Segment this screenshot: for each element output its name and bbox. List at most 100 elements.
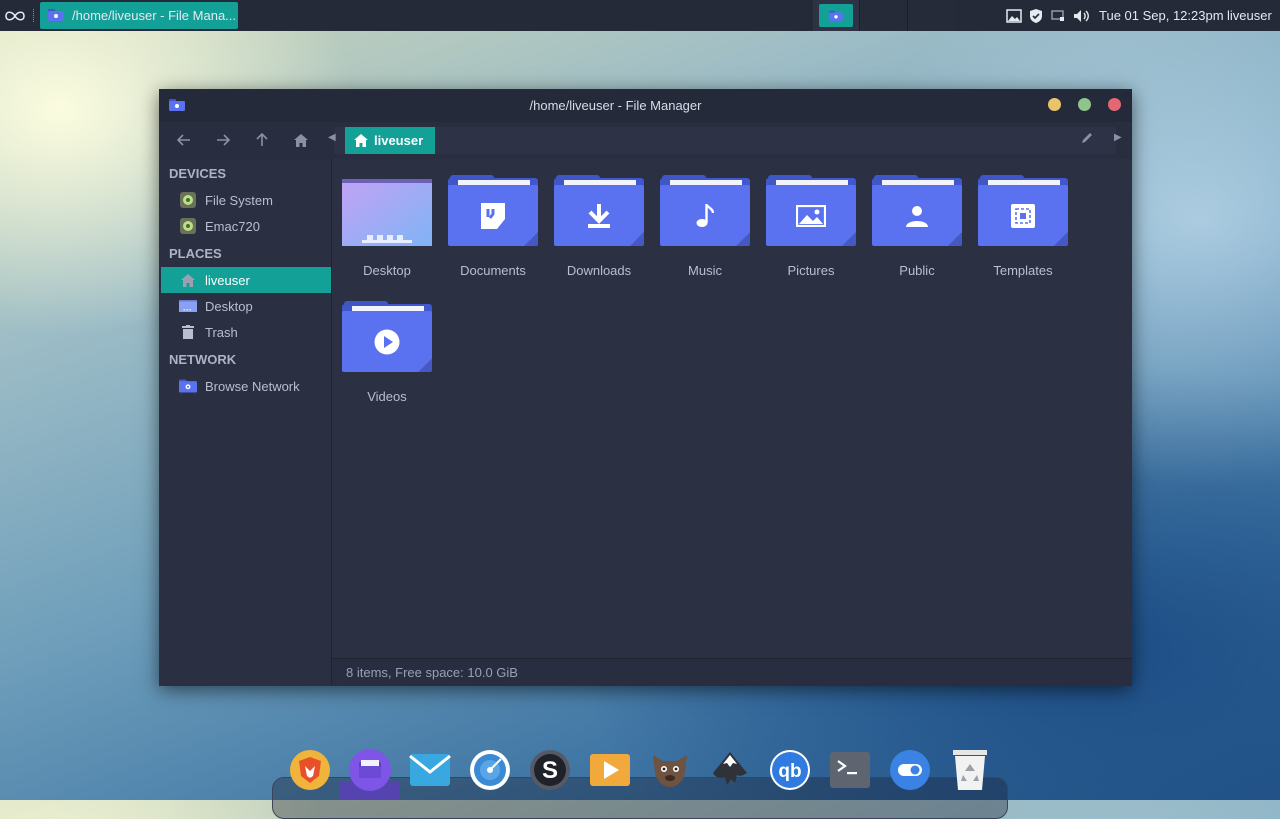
workspace-1[interactable] bbox=[813, 0, 859, 31]
videos-folder-icon bbox=[342, 301, 432, 372]
home-icon bbox=[354, 134, 368, 147]
status-bar: 8 items, Free space: 10.0 GiB bbox=[332, 658, 1132, 686]
workspace-2[interactable] bbox=[859, 0, 908, 31]
window-titlebar[interactable]: /home/liveuser - File Manager bbox=[159, 89, 1132, 122]
dock-terminal-icon[interactable] bbox=[829, 749, 871, 791]
file-item-label: Documents bbox=[460, 263, 526, 278]
sidebar-item-browse-network[interactable]: Browse Network bbox=[161, 373, 331, 399]
taskbar-title: /home/liveuser - File Mana... bbox=[72, 8, 237, 23]
arrow-right-icon bbox=[217, 134, 230, 146]
sidebar-item-label: File System bbox=[205, 192, 273, 208]
dock-disc-icon[interactable] bbox=[469, 749, 511, 791]
music-folder-icon bbox=[660, 175, 750, 246]
toolbar: ◀ liveuser ▶ bbox=[159, 122, 1132, 160]
dock-brave-icon[interactable] bbox=[289, 749, 331, 791]
sidebar-item-label: Browse Network bbox=[205, 378, 300, 394]
home-icon bbox=[294, 133, 308, 147]
sidebar-item-label: Trash bbox=[205, 324, 238, 340]
dock-qbittorrent-icon[interactable]: qb bbox=[769, 749, 811, 791]
sidebar-item-file-system[interactable]: File System bbox=[161, 187, 331, 213]
pictures-folder-icon bbox=[766, 175, 856, 246]
volume-icon[interactable] bbox=[1072, 0, 1092, 31]
path-scroll-right-icon[interactable]: ▶ bbox=[1114, 132, 1122, 143]
top-panel: /home/liveuser - File Mana... Tue 01 Sep… bbox=[0, 0, 1280, 31]
workspace-window-thumb bbox=[819, 4, 853, 27]
file-item-label: Desktop bbox=[363, 263, 411, 278]
edit-location-button[interactable] bbox=[1080, 131, 1098, 149]
sidebar-item-label: Emac720 bbox=[205, 218, 260, 234]
back-button[interactable] bbox=[170, 126, 198, 154]
file-item-label: Templates bbox=[993, 263, 1053, 278]
svg-text:qb: qb bbox=[778, 761, 801, 782]
dock-files-icon[interactable] bbox=[349, 749, 391, 791]
file-item-label: Downloads bbox=[566, 263, 632, 278]
minimize-button[interactable] bbox=[1048, 98, 1061, 111]
desktop-folder-icon bbox=[342, 175, 432, 246]
file-item-templates[interactable]: Templates bbox=[970, 175, 1076, 285]
sidebar-heading-network: NETWORK bbox=[169, 352, 237, 367]
dock-mail-icon[interactable] bbox=[409, 749, 451, 791]
file-item-downloads[interactable]: Downloads bbox=[546, 175, 652, 285]
home-icon bbox=[179, 271, 197, 289]
file-item-documents[interactable]: Documents bbox=[440, 175, 546, 285]
sidebar-item-desktop[interactable]: Desktop bbox=[161, 293, 331, 319]
sidebar-item-label: Desktop bbox=[205, 298, 253, 314]
file-item-music[interactable]: Music bbox=[652, 175, 758, 285]
sidebar: DEVICES File System Emac720 PLACES liveu… bbox=[159, 159, 332, 686]
drive-icon bbox=[179, 191, 197, 209]
network-icon[interactable] bbox=[1048, 0, 1068, 31]
file-item-public[interactable]: Public bbox=[864, 175, 970, 285]
sidebar-item-emac720[interactable]: Emac720 bbox=[161, 213, 331, 239]
dock-toggle-icon[interactable] bbox=[889, 749, 931, 791]
file-view: Desktop Documents Downloads Music Pictur… bbox=[332, 159, 1132, 658]
trash-icon bbox=[179, 323, 197, 341]
file-item-desktop[interactable]: Desktop bbox=[334, 175, 440, 285]
panel-clock[interactable]: Tue 01 Sep, 12:23pm bbox=[1099, 0, 1224, 31]
svg-text:S: S bbox=[542, 757, 558, 784]
panel-user[interactable]: liveuser bbox=[1227, 0, 1272, 31]
sidebar-heading-devices: DEVICES bbox=[169, 166, 227, 181]
file-item-videos[interactable]: Videos bbox=[334, 301, 440, 411]
taskbar-file-manager[interactable]: /home/liveuser - File Mana... bbox=[40, 2, 238, 29]
sidebar-item-trash[interactable]: Trash bbox=[161, 319, 331, 345]
path-scroll-left-icon[interactable]: ◀ bbox=[328, 132, 336, 143]
infinity-menu-icon[interactable] bbox=[0, 0, 30, 31]
documents-folder-icon bbox=[448, 175, 538, 246]
dock-trash-icon[interactable] bbox=[949, 749, 991, 791]
window-title: /home/liveuser - File Manager bbox=[529, 98, 702, 113]
up-button[interactable] bbox=[248, 126, 276, 154]
file-item-label: Public bbox=[899, 263, 935, 278]
arrow-up-icon bbox=[256, 133, 268, 146]
public-folder-icon bbox=[872, 175, 962, 246]
file-manager-window: /home/liveuser - File Manager ◀ liveuser… bbox=[159, 89, 1132, 686]
dock-s-app-icon[interactable]: S bbox=[529, 749, 571, 791]
dock-gimp-icon[interactable] bbox=[649, 749, 691, 791]
dock-inkscape-icon[interactable] bbox=[709, 749, 751, 791]
breadcrumb-liveuser[interactable]: liveuser bbox=[345, 127, 435, 154]
file-item-label: Videos bbox=[367, 389, 407, 404]
forward-button[interactable] bbox=[209, 126, 237, 154]
desktop-icon bbox=[179, 297, 197, 315]
maximize-button[interactable] bbox=[1078, 98, 1091, 111]
sidebar-item-liveuser[interactable]: liveuser bbox=[161, 267, 331, 293]
close-button[interactable] bbox=[1108, 98, 1121, 111]
network-folder-icon bbox=[179, 377, 197, 395]
folder-icon bbox=[829, 10, 843, 21]
folder-icon bbox=[48, 8, 64, 24]
file-item-pictures[interactable]: Pictures bbox=[758, 175, 864, 285]
breadcrumb-label: liveuser bbox=[374, 133, 424, 148]
home-button[interactable] bbox=[287, 126, 315, 154]
workspace-3[interactable] bbox=[907, 0, 956, 31]
downloads-folder-icon bbox=[554, 175, 644, 246]
pencil-icon bbox=[1082, 133, 1092, 143]
dock-media-player-icon[interactable] bbox=[589, 749, 631, 791]
image-icon[interactable] bbox=[1004, 0, 1024, 31]
sidebar-item-label: liveuser bbox=[205, 272, 250, 288]
templates-folder-icon bbox=[978, 175, 1068, 246]
shield-icon[interactable] bbox=[1026, 0, 1046, 31]
file-item-label: Pictures bbox=[787, 263, 835, 278]
drive-icon bbox=[179, 217, 197, 235]
panel-separator bbox=[33, 9, 36, 22]
file-item-label: Music bbox=[688, 263, 722, 278]
arrow-left-icon bbox=[177, 134, 190, 146]
